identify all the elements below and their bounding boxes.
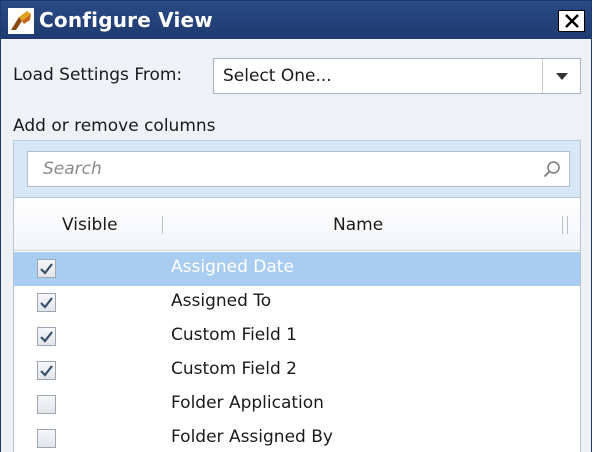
checkmark-icon — [40, 297, 53, 309]
columns-grid: Visible Name Assigned Date Assigned To C… — [14, 197, 580, 452]
visible-checkbox[interactable] — [37, 327, 56, 346]
chevron-down-icon — [556, 73, 568, 80]
dialog-title: Configure View — [39, 8, 213, 32]
checkmark-icon — [40, 331, 53, 343]
search-box[interactable] — [27, 151, 570, 187]
checkmark-icon — [40, 365, 53, 377]
load-settings-dropdown[interactable]: Select One... — [213, 58, 581, 94]
app-logo-icon — [8, 8, 34, 34]
table-row[interactable]: Custom Field 2 — [14, 354, 580, 388]
table-row[interactable]: Assigned To — [14, 286, 580, 320]
column-resize-handle[interactable] — [162, 216, 163, 234]
grid-header: Visible Name — [14, 198, 580, 251]
table-row[interactable]: Folder Application — [14, 388, 580, 422]
search-icon[interactable] — [543, 160, 561, 178]
table-row[interactable]: Custom Field 1 — [14, 320, 580, 354]
column-resize-handle[interactable] — [567, 216, 568, 234]
column-header-visible[interactable]: Visible — [62, 215, 118, 235]
column-name: Folder Assigned By — [171, 427, 333, 447]
visible-checkbox[interactable] — [37, 259, 56, 278]
visible-checkbox[interactable] — [37, 429, 56, 448]
column-name: Custom Field 2 — [171, 359, 297, 379]
visible-checkbox[interactable] — [37, 395, 56, 414]
columns-heading: Add or remove columns — [13, 116, 216, 136]
table-row[interactable]: Assigned Date — [14, 252, 580, 286]
column-name: Folder Application — [171, 393, 324, 413]
visible-checkbox[interactable] — [37, 361, 56, 380]
close-icon — [565, 14, 579, 28]
column-resize-handle[interactable] — [562, 216, 563, 234]
search-input[interactable] — [29, 153, 529, 185]
load-settings-value: Select One... — [223, 66, 332, 86]
dialog-content: Load Settings From: Select One... Add or… — [1, 39, 591, 452]
column-name: Assigned Date — [171, 257, 294, 277]
configure-view-dialog: Configure View Load Settings From: Selec… — [0, 0, 592, 452]
title-bar[interactable]: Configure View — [1, 1, 591, 39]
column-name: Assigned To — [171, 291, 272, 311]
table-row[interactable]: Folder Assigned By — [14, 422, 580, 452]
close-button[interactable] — [558, 10, 585, 32]
load-settings-label: Load Settings From: — [13, 65, 183, 85]
column-header-name[interactable]: Name — [333, 215, 383, 235]
dropdown-toggle[interactable] — [542, 59, 580, 93]
column-name: Custom Field 1 — [171, 325, 297, 345]
columns-panel: Visible Name Assigned Date Assigned To — [13, 140, 581, 452]
checkmark-icon — [40, 263, 53, 275]
visible-checkbox[interactable] — [37, 293, 56, 312]
